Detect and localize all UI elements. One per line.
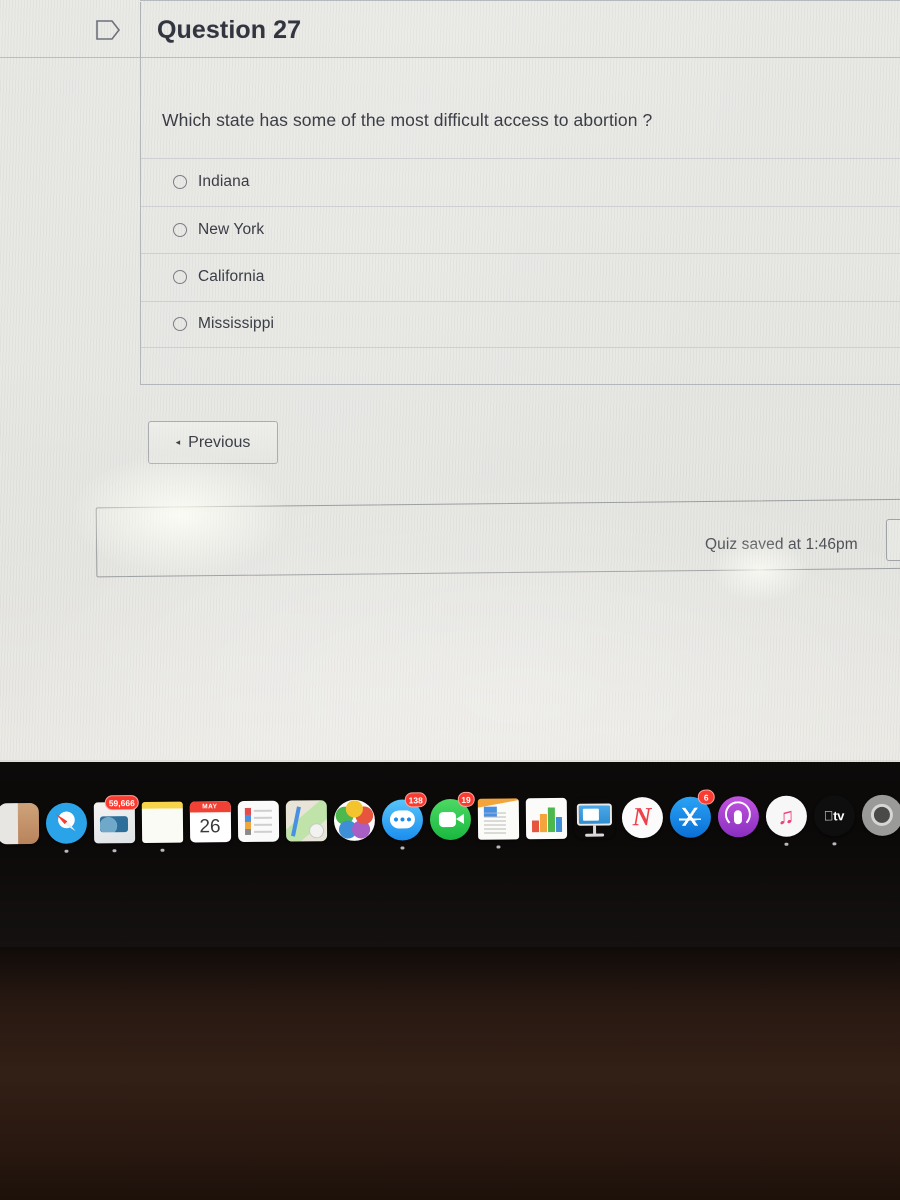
- notes-icon: [141, 801, 183, 843]
- radio-icon[interactable]: [173, 317, 187, 332]
- dock-item-safari[interactable]: [42, 798, 90, 853]
- dock-item-photos[interactable]: [330, 796, 378, 844]
- dock-item-finder[interactable]: [0, 799, 42, 847]
- answer-option-label: New York: [198, 220, 265, 238]
- mail-badge: 59,666: [104, 795, 139, 811]
- facetime-badge: 19: [457, 791, 475, 807]
- photos-icon: [333, 799, 375, 841]
- dock-item-podcasts[interactable]: [714, 792, 762, 840]
- previous-button[interactable]: ◂ Previous: [148, 421, 278, 464]
- finder-icon: [0, 802, 39, 844]
- quiz-page: Question 27 Which state has some of the …: [0, 0, 900, 790]
- safari-icon: [45, 802, 87, 844]
- radio-icon[interactable]: [173, 270, 187, 285]
- app-store-badge: 6: [697, 789, 715, 805]
- messages-badge: 138: [404, 792, 427, 808]
- running-indicator: [160, 848, 165, 852]
- previous-button-label: Previous: [188, 433, 251, 451]
- question-body: Which state has some of the most difficu…: [140, 58, 900, 384]
- maps-icon: [285, 799, 327, 842]
- running-indicator: [784, 842, 788, 846]
- dock-item-news[interactable]: [618, 793, 666, 841]
- answer-option-indiana[interactable]: Indiana: [141, 158, 900, 206]
- keynote-icon: [573, 797, 614, 838]
- pages-icon: [477, 797, 519, 840]
- question-header: Question 27: [0, 0, 900, 58]
- answer-option-label: Indiana: [198, 173, 250, 191]
- dock-item-facetime[interactable]: 19: [426, 791, 475, 843]
- answer-option-label: California: [198, 268, 265, 286]
- radio-icon[interactable]: [173, 175, 187, 190]
- dock-item-mail[interactable]: 59,666: [90, 795, 139, 853]
- running-indicator: [832, 841, 836, 846]
- news-icon: [621, 796, 663, 838]
- dock-item-system-preferences[interactable]: [858, 791, 900, 839]
- reminders-icon: [237, 800, 279, 842]
- answer-options: Indiana New York California Mississippi: [141, 158, 900, 348]
- laptop-keyboard: ☼ F1 F2 F3: [0, 947, 900, 1200]
- chevron-left-icon: ◂: [175, 437, 181, 447]
- page-title: Question 27: [157, 16, 302, 44]
- running-indicator: [400, 845, 404, 850]
- dock-item-apple-tv[interactable]: [810, 791, 858, 846]
- dock-item-reminders[interactable]: [234, 797, 282, 845]
- calendar-day: 26: [199, 815, 221, 837]
- header-divider: [140, 2, 141, 58]
- radio-icon[interactable]: [173, 222, 187, 237]
- answer-option-new-york[interactable]: New York: [141, 205, 900, 254]
- quiz-saved-status: Quiz saved at 1:46pm: [705, 536, 858, 553]
- dock-item-pages[interactable]: [474, 794, 522, 849]
- laptop-screen: Question 27 Which state has some of the …: [0, 0, 900, 790]
- macos-dock[interactable]: 59,666 MAY 26 138 19 N 6 ♫: [0, 789, 900, 858]
- keyboard-shading: [0, 947, 900, 1200]
- music-icon: [765, 795, 807, 837]
- question-text: Which state has some of the most difficu…: [162, 110, 653, 130]
- dock-item-calendar[interactable]: MAY 26: [186, 797, 234, 845]
- running-indicator: [64, 849, 69, 853]
- dock-item-app-store[interactable]: 6: [666, 789, 715, 840]
- podcasts-icon: [717, 795, 759, 837]
- flag-outline-icon[interactable]: [95, 18, 121, 42]
- answer-option-label: Mississippi: [198, 315, 275, 333]
- dock-item-music[interactable]: [762, 792, 810, 846]
- answer-option-california[interactable]: California: [141, 253, 900, 301]
- calendar-icon: MAY 26: [189, 800, 231, 843]
- dock-item-messages[interactable]: 138: [378, 792, 427, 850]
- answer-option-mississippi[interactable]: Mississippi: [141, 300, 900, 348]
- running-indicator: [496, 845, 500, 849]
- dock-item-numbers[interactable]: [522, 794, 570, 842]
- numbers-icon: [525, 797, 567, 839]
- submit-button-partial[interactable]: [886, 519, 900, 561]
- running-indicator: [112, 848, 117, 853]
- apple-tv-icon: [813, 794, 855, 837]
- calendar-month: MAY: [189, 800, 231, 813]
- dock-item-maps[interactable]: [282, 796, 330, 844]
- dock-item-keynote[interactable]: [570, 793, 618, 841]
- question-bottom-rule: [140, 384, 900, 385]
- dock-item-notes[interactable]: [138, 798, 186, 852]
- gear-icon: [861, 794, 900, 836]
